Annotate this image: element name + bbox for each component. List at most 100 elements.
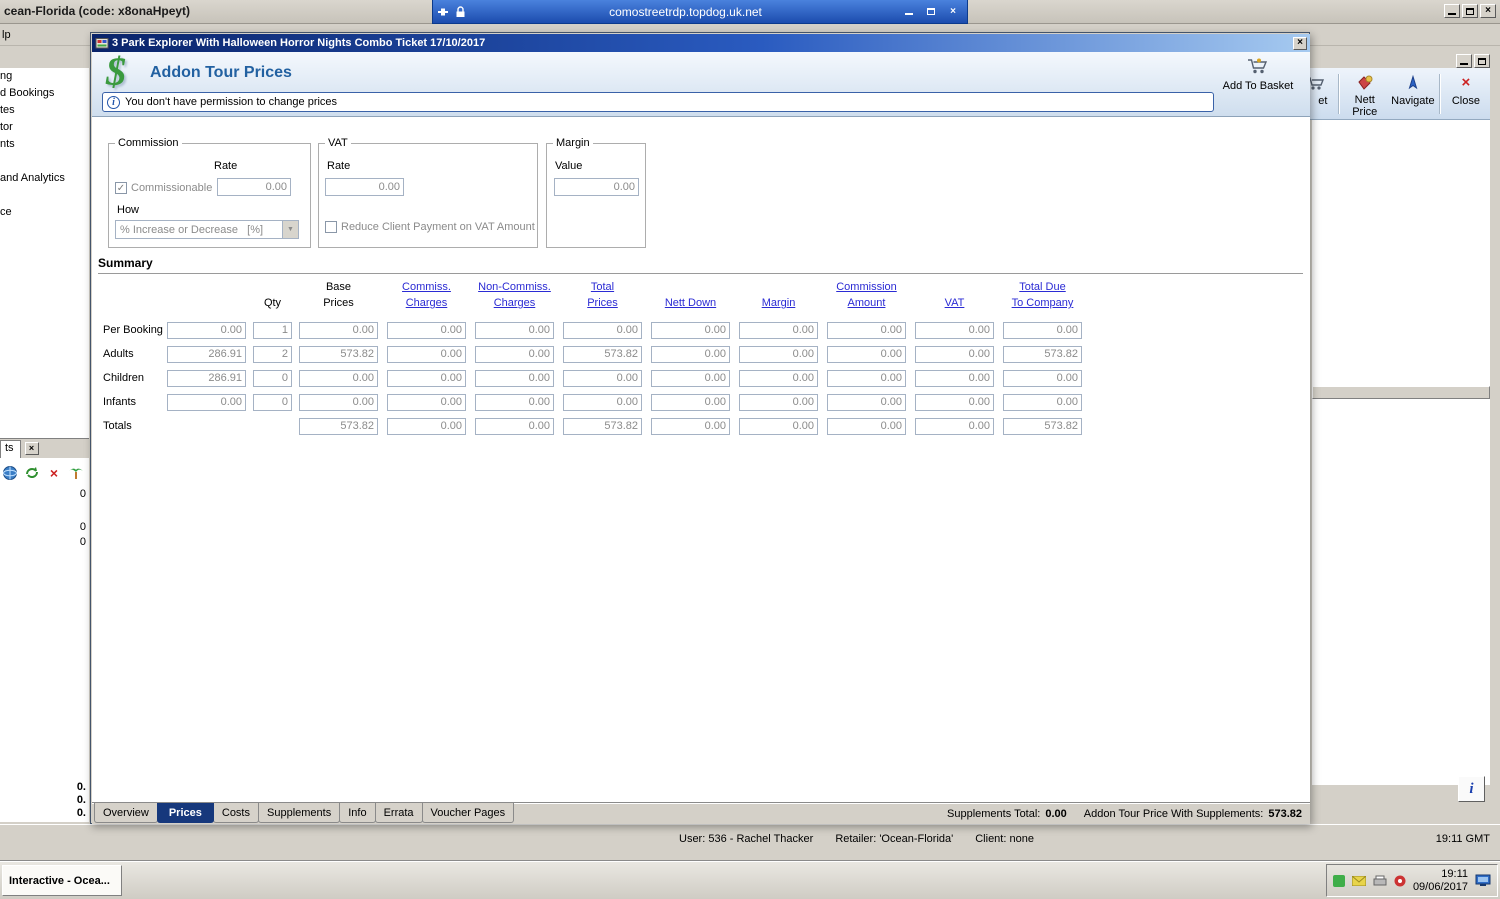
price-field[interactable]: 0 xyxy=(253,369,292,387)
price-field[interactable]: 0.00 xyxy=(475,321,554,339)
price-field[interactable]: 0.00 xyxy=(651,417,730,435)
price-field[interactable]: 0.00 xyxy=(563,321,642,339)
column-header[interactable]: Nett Down xyxy=(651,280,730,312)
price-field[interactable]: 0.00 xyxy=(563,369,642,387)
alert-icon[interactable] xyxy=(1394,875,1406,887)
mail-icon[interactable] xyxy=(1351,875,1366,886)
price-field[interactable]: 0.00 xyxy=(739,417,818,435)
panel-splitter[interactable] xyxy=(1312,386,1490,399)
navigate-button[interactable]: Navigate xyxy=(1389,70,1437,118)
commissionable-checkbox[interactable]: ✓ xyxy=(115,182,127,194)
sidebar-item[interactable]: ng xyxy=(0,70,12,82)
price-field[interactable]: 0.00 xyxy=(827,417,906,435)
price-field[interactable]: 0.00 xyxy=(1003,321,1082,339)
sidebar-item[interactable]: d Bookings xyxy=(0,87,54,99)
dialog-close-button[interactable]: × xyxy=(1293,36,1307,50)
sidebar-item[interactable]: nts xyxy=(0,138,15,150)
price-field[interactable]: 0.00 xyxy=(827,345,906,363)
price-field[interactable]: 0.00 xyxy=(299,369,378,387)
tab-voucher-pages[interactable]: Voucher Pages xyxy=(421,803,515,823)
pin-icon[interactable] xyxy=(437,6,449,18)
price-field[interactable]: 0.00 xyxy=(1003,393,1082,411)
price-field[interactable]: 0.00 xyxy=(739,321,818,339)
tab-info[interactable]: Info xyxy=(339,803,376,823)
price-field[interactable]: 2 xyxy=(253,345,292,363)
column-header[interactable]: Commission Amount xyxy=(827,280,906,312)
price-field[interactable]: 0.00 xyxy=(827,393,906,411)
commission-rate-input[interactable]: 0.00 xyxy=(217,178,291,196)
printer-icon[interactable] xyxy=(1373,875,1387,887)
price-field[interactable]: 573.82 xyxy=(563,417,642,435)
price-field[interactable]: 286.91 xyxy=(167,369,246,387)
column-header[interactable]: VAT xyxy=(915,280,994,312)
price-field[interactable]: 0.00 xyxy=(387,369,466,387)
price-field[interactable]: 0.00 xyxy=(387,393,466,411)
sidebar-item[interactable]: tes xyxy=(0,104,15,116)
price-field[interactable]: 0.00 xyxy=(651,393,730,411)
tab-supplements[interactable]: Supplements xyxy=(258,803,341,823)
tray-status-icon[interactable] xyxy=(1332,874,1345,887)
tab-overview[interactable]: Overview xyxy=(94,803,158,823)
price-field[interactable]: 0.00 xyxy=(739,345,818,363)
host-minimize-button[interactable] xyxy=(1444,4,1460,18)
price-field[interactable]: 0.00 xyxy=(299,321,378,339)
price-field[interactable]: 286.91 xyxy=(167,345,246,363)
sidebar-item[interactable]: ce xyxy=(0,206,12,218)
price-field[interactable]: 0.00 xyxy=(563,393,642,411)
column-header[interactable]: Commiss. Charges xyxy=(387,280,466,312)
tab-costs[interactable]: Costs xyxy=(212,803,259,823)
margin-value-input[interactable]: 0.00 xyxy=(554,178,639,196)
price-field[interactable]: 573.82 xyxy=(299,417,378,435)
price-field[interactable]: 0.00 xyxy=(475,345,554,363)
price-field[interactable]: 0.00 xyxy=(299,393,378,411)
price-field[interactable]: 0.00 xyxy=(915,345,994,363)
price-field[interactable]: 0.00 xyxy=(387,417,466,435)
column-header[interactable]: Margin xyxy=(739,280,818,312)
column-header[interactable]: Non-Commiss. Charges xyxy=(475,280,554,312)
price-field[interactable]: 0.00 xyxy=(827,369,906,387)
rdp-minimize-button[interactable] xyxy=(899,3,919,21)
column-header[interactable]: Total Due To Company xyxy=(1003,280,1082,312)
basket-toolbar-button[interactable]: et xyxy=(1310,70,1336,118)
price-field[interactable]: 0.00 xyxy=(475,369,554,387)
delete-icon[interactable]: × xyxy=(46,465,62,481)
price-field[interactable]: 0.00 xyxy=(651,321,730,339)
display-icon[interactable] xyxy=(1475,874,1491,887)
price-field[interactable]: 0.00 xyxy=(475,393,554,411)
column-header[interactable]: Total Prices xyxy=(563,280,642,312)
globe-icon[interactable] xyxy=(2,465,18,481)
dropdown-arrow-icon[interactable]: ▼ xyxy=(282,221,298,238)
taskbar-app-button[interactable]: Interactive - Ocea... xyxy=(2,865,122,896)
close-toolbar-button[interactable]: × Close xyxy=(1442,70,1490,118)
rdp-close-button[interactable]: × xyxy=(943,3,963,21)
dialog-titlebar[interactable]: 3 Park Explorer With Halloween Horror Ni… xyxy=(92,34,1310,52)
price-field[interactable]: 0.00 xyxy=(827,321,906,339)
rdp-connection-bar[interactable]: comostreetrdp.topdog.uk.net × xyxy=(432,0,968,24)
price-field[interactable]: 0.00 xyxy=(915,417,994,435)
price-field[interactable]: 0.00 xyxy=(739,369,818,387)
commission-how-dropdown[interactable]: % Increase or Decrease [%] ▼ xyxy=(115,220,299,239)
rdp-restore-button[interactable] xyxy=(921,3,941,21)
price-field[interactable]: 0.00 xyxy=(915,393,994,411)
price-field[interactable]: 0.00 xyxy=(167,393,246,411)
price-field[interactable]: 0 xyxy=(253,393,292,411)
price-field[interactable]: 0.00 xyxy=(475,417,554,435)
tab-prices[interactable]: Prices xyxy=(156,803,214,823)
host-maximize-button[interactable] xyxy=(1462,4,1478,18)
left-pane-close-button[interactable]: × xyxy=(24,442,39,455)
price-field[interactable]: 1 xyxy=(253,321,292,339)
vat-rate-input[interactable]: 0.00 xyxy=(325,178,404,196)
host-close-button[interactable]: × xyxy=(1480,4,1496,18)
reduce-vat-checkbox[interactable] xyxy=(325,221,337,233)
left-pane-tab[interactable]: ts xyxy=(0,439,21,458)
price-field[interactable]: 573.82 xyxy=(299,345,378,363)
sidebar-item[interactable]: tor xyxy=(0,121,13,133)
price-field[interactable]: 573.82 xyxy=(563,345,642,363)
price-field[interactable]: 0.00 xyxy=(387,321,466,339)
price-field[interactable]: 0.00 xyxy=(167,321,246,339)
refresh-icon[interactable] xyxy=(24,465,40,481)
price-field[interactable]: 0.00 xyxy=(387,345,466,363)
menu-item-help-fragment[interactable]: lp xyxy=(2,29,11,41)
price-field[interactable]: 0.00 xyxy=(739,393,818,411)
sidebar-item[interactable]: and Analytics xyxy=(0,172,65,184)
